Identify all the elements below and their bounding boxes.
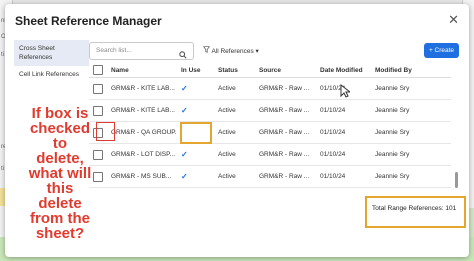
row-checkbox[interactable] xyxy=(93,149,103,160)
check-icon: ✓ xyxy=(181,106,188,115)
create-button[interactable]: + Create xyxy=(424,43,459,58)
in-use-cell: ✓ xyxy=(177,165,214,188)
date-modified-cell: 01/10/24 xyxy=(316,121,371,144)
table-header: Name In Use Status Source Date Modified … xyxy=(89,63,451,78)
reference-name: GRM&R - KITE LAB... xyxy=(107,99,177,122)
date-modified-cell: 01/10/24 xyxy=(316,143,371,166)
table-row[interactable]: GRM&R - KITE LAB... ✓ Active GRM&R - Raw… xyxy=(89,99,451,122)
date-modified-cell: 01/10/24 xyxy=(316,99,371,122)
reference-name: GRM&R - LOT DISP... xyxy=(107,143,177,166)
modified-by-cell: Jeannie Sry xyxy=(371,121,451,144)
select-all-checkbox[interactable] xyxy=(93,65,103,75)
row-select-cell xyxy=(89,77,107,100)
modified-by-cell: Jeannie Sry xyxy=(371,77,451,100)
row-checkbox[interactable] xyxy=(93,83,103,94)
modified-by-cell: Jeannie Sry xyxy=(371,99,451,122)
close-icon[interactable]: ✕ xyxy=(448,12,459,28)
dialog-title: Sheet Reference Manager xyxy=(15,14,162,28)
row-checkbox[interactable] xyxy=(93,105,103,116)
source-cell: GRM&R - Raw ... xyxy=(255,77,316,100)
table-row[interactable]: GRM&R - QA GROUP... Active GRM&R - Raw .… xyxy=(89,121,451,144)
table-row[interactable]: GRM&R - KITE LAB... ✓ Active GRM&R - Raw… xyxy=(89,77,451,100)
source-cell: GRM&R - Raw ... xyxy=(255,165,316,188)
column-header-in-use[interactable]: In Use xyxy=(177,63,214,78)
status-cell: Active xyxy=(214,121,255,144)
source-cell: GRM&R - Raw ... xyxy=(255,143,316,166)
in-use-cell: ✓ xyxy=(177,77,214,100)
reference-name: GRM&R - QA GROUP... xyxy=(107,121,177,144)
column-header-name[interactable]: Name xyxy=(107,63,177,78)
annotation-gold-box-total xyxy=(365,196,466,228)
check-icon: ✓ xyxy=(181,172,188,181)
select-all-header xyxy=(89,63,107,78)
sidebar-item-cross-sheet-references[interactable]: Cross Sheet References xyxy=(14,40,89,66)
status-cell: Active xyxy=(214,77,255,100)
chevron-down-icon: ▾ xyxy=(255,48,259,55)
check-icon: ✓ xyxy=(181,150,188,159)
row-checkbox[interactable] xyxy=(93,171,103,182)
annotation-red-box xyxy=(96,122,115,141)
references-table: Name In Use Status Source Date Modified … xyxy=(89,63,459,188)
search-placeholder: Search list... xyxy=(96,47,132,54)
column-header-date-modified[interactable]: Date Modified xyxy=(316,63,371,78)
check-icon: ✓ xyxy=(181,84,188,93)
filter-label: All References xyxy=(211,48,254,55)
table-scrollbar[interactable] xyxy=(455,172,458,188)
filter-dropdown[interactable]: All References ▾ xyxy=(203,46,259,55)
mouse-cursor-icon xyxy=(340,84,350,98)
search-input[interactable]: Search list... xyxy=(89,42,194,60)
date-modified-cell: 01/10/24 xyxy=(316,165,371,188)
bg-label: ti xyxy=(1,166,4,172)
search-icon xyxy=(179,46,187,64)
annotation-gold-box xyxy=(180,122,212,144)
column-header-modified-by[interactable]: Modified By xyxy=(371,63,451,78)
in-use-cell: ✓ xyxy=(177,99,214,122)
in-use-cell: ✓ xyxy=(177,143,214,166)
modified-by-cell: Jeannie Sry xyxy=(371,143,451,166)
source-cell: GRM&R - Raw ... xyxy=(255,99,316,122)
status-cell: Active xyxy=(214,99,255,122)
column-header-source[interactable]: Source xyxy=(255,63,316,78)
reference-name: GRM&R - KITE LAB... xyxy=(107,77,177,100)
sidebar-nav: Cross Sheet References Cell Link Referen… xyxy=(14,40,89,83)
sidebar-item-cell-link-references[interactable]: Cell Link References xyxy=(14,66,89,83)
annotation-text: If box is checked to delete, what will t… xyxy=(28,105,92,242)
reference-name: GRM&R - MS SUB... xyxy=(107,165,177,188)
table-row[interactable]: GRM&R - MS SUB... ✓ Active GRM&R - Raw .… xyxy=(89,165,451,188)
status-cell: Active xyxy=(214,165,255,188)
modified-by-cell: Jeannie Sry xyxy=(371,165,451,188)
table-row[interactable]: GRM&R - LOT DISP... ✓ Active GRM&R - Raw… xyxy=(89,143,451,166)
source-cell: GRM&R - Raw ... xyxy=(255,121,316,144)
column-header-status[interactable]: Status xyxy=(214,63,255,78)
status-cell: Active xyxy=(214,143,255,166)
bg-label: ti xyxy=(1,52,4,58)
